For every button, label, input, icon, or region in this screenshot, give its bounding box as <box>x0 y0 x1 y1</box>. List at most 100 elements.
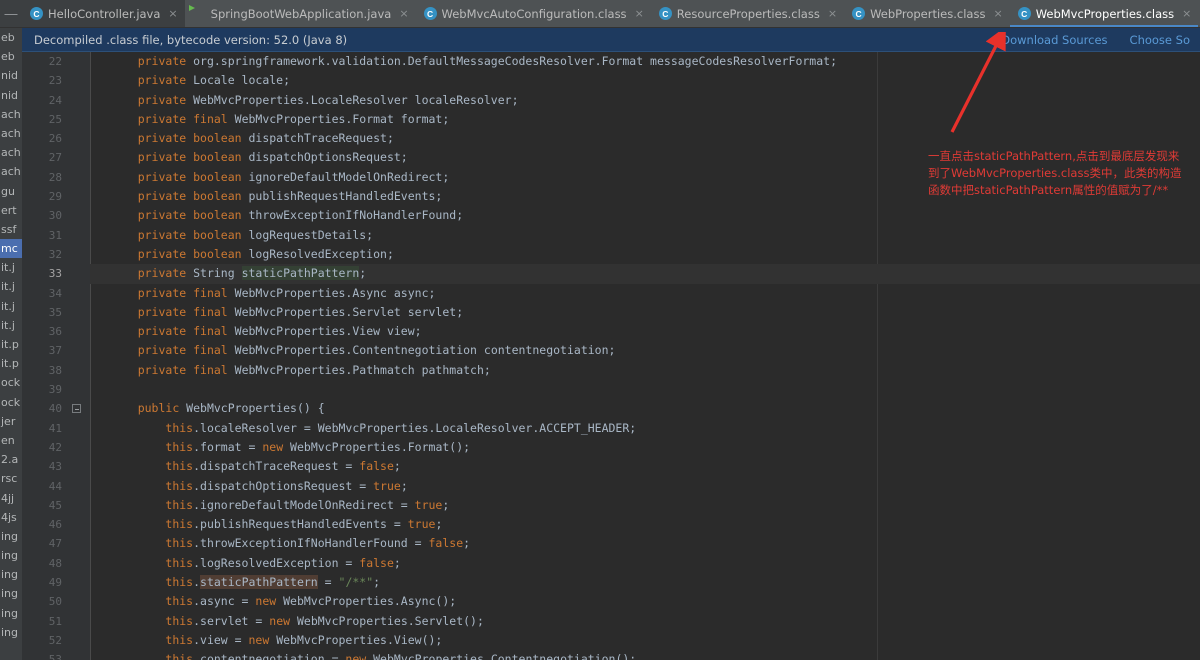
project-tree-item[interactable]: jer <box>0 412 22 431</box>
project-tree-item[interactable]: 2.a <box>0 450 22 469</box>
close-icon[interactable]: × <box>635 7 644 20</box>
tab-label: ResourceProperties.class <box>676 6 820 21</box>
project-tree-item[interactable]: ing <box>0 527 22 546</box>
download-sources-link[interactable]: Download Sources <box>1001 33 1107 47</box>
project-tree-item[interactable]: it.p <box>0 354 22 373</box>
code-line[interactable]: 50 this.async = new WebMvcProperties.Asy… <box>22 592 1200 611</box>
code-line[interactable]: 36 private final WebMvcProperties.View v… <box>22 322 1200 341</box>
project-tree-item[interactable]: 4js <box>0 508 22 527</box>
project-tree-item[interactable]: ing <box>0 546 22 565</box>
editor-tab-bar[interactable]: — C HelloController.java × SpringBootWebApp… <box>0 0 1200 28</box>
code-token: ignoreDefaultModelOnRedirect; <box>241 169 450 184</box>
code-line[interactable]: 24 private WebMvcProperties.LocaleResolv… <box>22 91 1200 110</box>
editor-tab-webproperties-class[interactable]: C WebProperties.class × <box>844 0 1010 27</box>
code-text: this.ignoreDefaultModelOnRedirect = true… <box>110 496 449 515</box>
project-tree-item[interactable]: ing <box>0 565 22 584</box>
code-line[interactable]: 39 <box>22 380 1200 399</box>
project-tree-sliver[interactable]: eb eb nid nid ach ach ach ach gu ert ssf mc it.j it.j… <box>0 28 22 660</box>
line-number: 28 <box>48 170 62 184</box>
editor-tab-webmvcproperties-class[interactable]: C WebMvcProperties.class × <box>1009 0 1199 27</box>
project-tree-item[interactable]: gu <box>0 182 22 201</box>
project-tree-item[interactable]: it.p <box>0 335 22 354</box>
project-tree-item[interactable]: ach <box>0 162 22 181</box>
project-tree-item[interactable]: it.j <box>0 277 22 296</box>
code-line[interactable]: 49 this.staticPathPattern = "/**"; <box>22 573 1200 592</box>
code-line[interactable]: 45 this.ignoreDefaultModelOnRedirect = t… <box>22 496 1200 515</box>
fold-collapse-icon[interactable] <box>72 404 81 414</box>
close-icon[interactable]: × <box>828 7 837 20</box>
code-line[interactable]: 52 this.view = new WebMvcProperties.View… <box>22 631 1200 650</box>
project-tree-item[interactable]: ing <box>0 584 22 603</box>
code-token: .dispatchOptionsRequest = <box>193 478 374 493</box>
project-tree-item[interactable]: it.j <box>0 316 22 335</box>
code-line[interactable]: 53 this.contentnegotiation = new WebMvcP… <box>22 650 1200 660</box>
close-icon[interactable]: × <box>993 7 1002 20</box>
code-line[interactable]: 42 this.format = new WebMvcProperties.Fo… <box>22 438 1200 457</box>
code-lines[interactable]: 22 private org.springframework.validatio… <box>22 52 1200 660</box>
code-token: org.springframework.validation.DefaultMe… <box>186 54 837 68</box>
code-line[interactable]: 23 private Locale locale; <box>22 71 1200 90</box>
code-text: private final WebMvcProperties.Servlet s… <box>110 303 463 322</box>
code-line[interactable]: 25 private final WebMvcProperties.Format… <box>22 110 1200 129</box>
code-line[interactable]: 38 private final WebMvcProperties.Pathma… <box>22 361 1200 380</box>
code-line[interactable]: 31 private boolean logRequestDetails; <box>22 226 1200 245</box>
project-tree-item[interactable]: it.j <box>0 297 22 316</box>
tab-label: HelloController.java <box>48 6 161 21</box>
code-line[interactable]: 33 private String staticPathPattern; <box>22 264 1200 284</box>
project-tree-item[interactable]: eb <box>0 28 22 47</box>
code-line[interactable]: 32 private boolean logResolvedException; <box>22 245 1200 264</box>
project-tree-item[interactable]: ing <box>0 623 22 642</box>
code-line[interactable]: 46 this.publishRequestHandledEvents = tr… <box>22 515 1200 534</box>
code-line[interactable]: 35 private final WebMvcProperties.Servle… <box>22 303 1200 322</box>
editor-tab-webmvcautoconfiguration-class[interactable]: C WebMvcAutoConfiguration.class × <box>415 0 651 27</box>
code-line[interactable]: 37 private final WebMvcProperties.Conten… <box>22 341 1200 360</box>
code-line[interactable]: 44 this.dispatchOptionsRequest = true; <box>22 477 1200 496</box>
code-line[interactable]: 51 this.servlet = new WebMvcProperties.S… <box>22 612 1200 631</box>
code-line[interactable]: 34 private final WebMvcProperties.Async … <box>22 284 1200 303</box>
code-line[interactable]: 22 private org.springframework.validatio… <box>22 52 1200 71</box>
project-tree-item[interactable]: nid <box>0 86 22 105</box>
project-tree-item[interactable]: ssf <box>0 220 22 239</box>
collapse-icon[interactable]: — <box>0 0 22 27</box>
editor-tab-hellocontroller-java[interactable]: C HelloController.java × <box>22 0 185 27</box>
editor-area[interactable]: 22 private org.springframework.validatio… <box>22 52 1200 660</box>
code-line[interactable]: 30 private boolean throwExceptionIfNoHan… <box>22 206 1200 225</box>
project-tree-item[interactable]: ach <box>0 124 22 143</box>
code-line[interactable]: 43 this.dispatchTraceRequest = false; <box>22 457 1200 476</box>
project-tree-item[interactable]: it.j <box>0 258 22 277</box>
line-number: 23 <box>48 74 62 88</box>
project-tree-item[interactable]: ing <box>0 604 22 623</box>
project-tree-item[interactable]: 4jj <box>0 489 22 508</box>
code-token: this <box>165 420 194 435</box>
project-tree-item[interactable]: mc <box>0 239 22 259</box>
project-tree-item[interactable]: eb <box>0 47 22 66</box>
project-tree-item[interactable]: ock <box>0 393 22 412</box>
project-tree-item[interactable]: en <box>0 431 22 450</box>
code-token: WebMvcProperties.LocaleResolver localeRe… <box>186 92 519 107</box>
editor-tab-resourceproperties-class[interactable]: C ResourceProperties.class × <box>650 0 845 27</box>
close-icon[interactable]: × <box>399 7 408 20</box>
code-token: WebMvcProperties.Format format; <box>227 111 450 126</box>
choose-sources-link[interactable]: Choose So <box>1130 33 1190 47</box>
project-tree-item[interactable]: nid <box>0 66 22 85</box>
project-tree-item[interactable]: ach <box>0 105 22 124</box>
code-line[interactable]: 47 this.throwExceptionIfNoHandlerFound =… <box>22 534 1200 553</box>
project-tree-item[interactable]: ach <box>0 143 22 162</box>
editor-tab-springbootwebapplication-java[interactable]: SpringBootWebApplication.java × <box>184 0 416 27</box>
project-tree-item[interactable]: rsc <box>0 469 22 488</box>
code-token: ; <box>373 575 381 590</box>
code-line[interactable]: 48 this.logResolvedException = false; <box>22 554 1200 573</box>
code-token: true <box>407 517 436 532</box>
code-line[interactable]: 41 this.localeResolver = WebMvcPropertie… <box>22 419 1200 438</box>
close-icon[interactable]: × <box>1182 7 1191 20</box>
project-tree-item[interactable]: ock <box>0 373 22 392</box>
code-line[interactable]: 40 public WebMvcProperties() { <box>22 399 1200 418</box>
project-tree-item[interactable]: ert <box>0 201 22 220</box>
code-line[interactable]: 26 private boolean dispatchTraceRequest; <box>22 129 1200 148</box>
close-icon[interactable]: × <box>168 7 177 20</box>
